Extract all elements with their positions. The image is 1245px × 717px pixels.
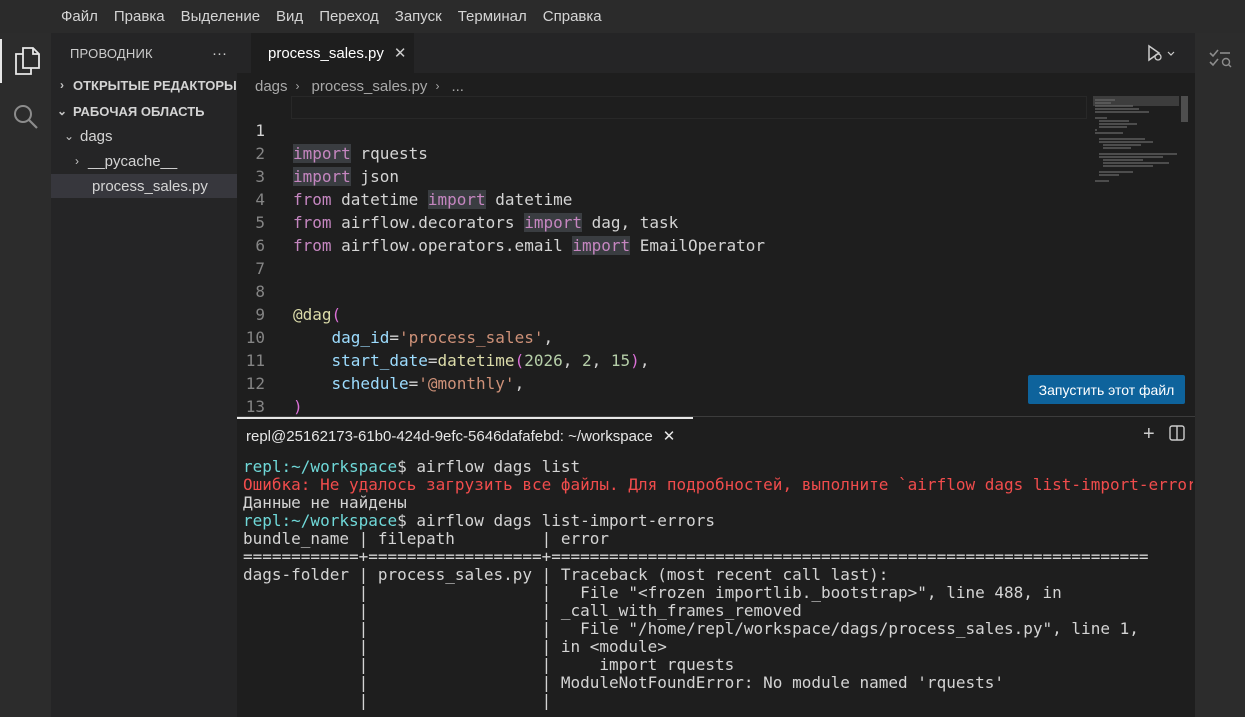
terminal-line: Ошибка: Не удалось загрузить все файлы. … (243, 476, 1193, 494)
menu-file[interactable]: Файл (53, 0, 106, 33)
breadcrumb-more[interactable]: ... (451, 78, 464, 95)
chevron-down-icon: ⌄ (56, 104, 68, 118)
close-icon[interactable]: ✕ (394, 44, 407, 62)
terminal-line: ============+==================+========… (243, 548, 1149, 566)
code-line: 13 def process_sales(): (237, 372, 1087, 439)
checklist-icon[interactable] (1208, 47, 1232, 74)
code-line: 8 @dag( (237, 257, 1087, 324)
explorer-header: ПРОВОДНИК ··· (51, 33, 237, 73)
terminal-panel: repl@25162173-61b0-424d-9efc-5646dafafeb… (237, 416, 1195, 717)
file-label: process_sales.py (92, 177, 208, 195)
tree-folder-pycache[interactable]: › __pycache__ (51, 149, 237, 173)
secondary-bar (1195, 33, 1245, 717)
menu-help[interactable]: Справка (535, 0, 610, 33)
code-line: 1 import rquests (237, 96, 1087, 163)
split-terminal-icon[interactable] (1169, 425, 1185, 441)
terminal-line: | | File "/home/repl/workspace/dags/proc… (243, 620, 1139, 638)
terminal-line: | | import rquests (243, 656, 735, 674)
editor-tab-bar: process_sales.py ✕ (237, 33, 1195, 73)
folder-label: __pycache__ (88, 152, 178, 170)
menu-selection[interactable]: Выделение (173, 0, 268, 33)
chevron-right-icon: › (75, 154, 79, 168)
code-line: 6 (237, 211, 1087, 255)
menu-bar: Файл Правка Выделение Вид Переход Запуск… (0, 0, 1245, 33)
menu-run[interactable]: Запуск (387, 0, 450, 33)
activity-bar (0, 33, 51, 717)
menu-terminal[interactable]: Терминал (450, 0, 535, 33)
close-icon[interactable]: ✕ (663, 427, 676, 445)
terminal-tab[interactable]: repl@25162173-61b0-424d-9efc-5646dafafeb… (237, 417, 693, 453)
terminal-line: | | (243, 692, 552, 710)
add-terminal-icon[interactable]: + (1143, 423, 1155, 446)
code-line: 14 (237, 395, 1087, 439)
terminal-line: | | ModuleNotFoundError: No module named… (243, 674, 1004, 692)
code-line: 3 from datetime import datetime (237, 142, 1087, 209)
code-line: 5 from airflow.operators.email import Em… (237, 188, 1087, 255)
terminal-tab-label: repl@25162173-61b0-424d-9efc-5646dafafeb… (246, 427, 653, 445)
code-editor[interactable]: 1 import rquests 2 import json 3 from da… (237, 96, 1087, 439)
terminal-output[interactable]: repl:~/workspace$ airflow dags list Ошиб… (243, 458, 1193, 710)
editor-area: process_sales.py ✕ dags › process_sales.… (237, 33, 1195, 439)
code-line: 7 (237, 234, 1087, 278)
explorer-sidebar: ПРОВОДНИК ··· › ОТКРЫТЫЕ РЕДАКТОРЫ ⌄ РАБ… (51, 33, 237, 717)
tree-file-process-sales[interactable]: process_sales.py (51, 174, 237, 198)
explorer-title: ПРОВОДНИК (70, 45, 153, 61)
files-icon[interactable] (0, 39, 51, 83)
open-editors-label: ОТКРЫТЫЕ РЕДАКТОРЫ (73, 77, 237, 93)
open-editors-section[interactable]: › ОТКРЫТЫЕ РЕДАКТОРЫ (51, 73, 237, 97)
menu-view[interactable]: Вид (268, 0, 311, 33)
run-debug-icon[interactable] (1145, 41, 1177, 65)
minimap[interactable] (1093, 96, 1179, 196)
terminal-line: | | _call_with_frames_removed (243, 602, 802, 620)
breadcrumb: dags › process_sales.py › ... (255, 76, 464, 96)
code-line: 2 import json (237, 119, 1087, 186)
code-line: 4 from airflow.decorators import dag, ta… (237, 165, 1087, 232)
run-file-button[interactable]: Запустить этот файл (1028, 375, 1185, 404)
workspace-section[interactable]: ⌄ РАБОЧАЯ ОБЛАСТЬ (51, 99, 237, 123)
breadcrumb-file[interactable]: process_sales.py (312, 78, 428, 95)
folder-label: dags (80, 127, 113, 145)
tab-process-sales[interactable]: process_sales.py ✕ (251, 33, 414, 73)
terminal-line: Данные не найдены (243, 494, 407, 512)
terminal-line: dags-folder | process_sales.py | Traceba… (243, 566, 889, 584)
menu-edit[interactable]: Правка (106, 0, 173, 33)
code-line: 10 start_date=datetime(2026, 2, 15), (237, 303, 1087, 370)
code-line: 9 dag_id='process_sales', (237, 280, 1087, 347)
terminal-line: bundle_name | filepath | error (243, 530, 610, 548)
terminal-line: | | in <module> (243, 638, 667, 656)
more-actions-icon[interactable]: ··· (212, 45, 227, 62)
terminal-line: repl:~/workspace$ airflow dags list-impo… (243, 512, 716, 530)
workspace-label: РАБОЧАЯ ОБЛАСТЬ (73, 103, 205, 119)
code-line: 12 ) (237, 349, 1087, 416)
editor-scrollbar[interactable] (1181, 96, 1188, 122)
chevron-right-icon: › (60, 78, 64, 92)
code-line: 11 schedule='@monthly', (237, 326, 1087, 393)
chevron-right-icon: › (435, 79, 440, 93)
search-icon[interactable] (0, 95, 51, 139)
breadcrumb-folder[interactable]: dags (255, 78, 288, 95)
terminal-line: repl:~/workspace$ airflow dags list (243, 458, 581, 476)
terminal-line: | | File "<frozen importlib._bootstrap>"… (243, 584, 1062, 602)
tab-label: process_sales.py (268, 44, 384, 62)
chevron-right-icon: › (295, 79, 300, 93)
chevron-down-icon: ⌄ (63, 129, 75, 143)
menu-go[interactable]: Переход (311, 0, 387, 33)
tree-folder-dags[interactable]: ⌄ dags (51, 124, 237, 148)
